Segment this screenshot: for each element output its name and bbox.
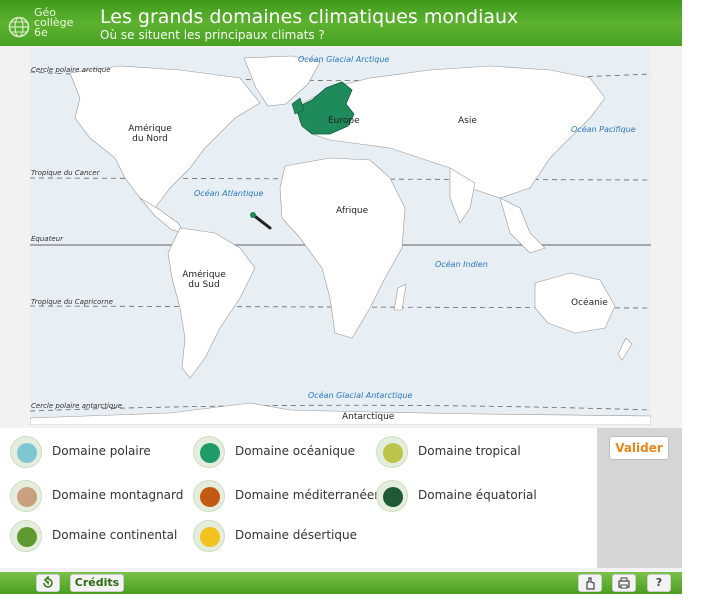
legend-swatch xyxy=(17,487,37,507)
continent-antarctica-label: Antarctique xyxy=(342,412,395,422)
valider-button[interactable]: Valider xyxy=(609,436,669,460)
legend-swatch-ring xyxy=(10,436,42,468)
globe-icon xyxy=(8,16,30,38)
ocean-atlantic-label: Océan Atlantique xyxy=(194,189,264,198)
legend-label: Domaine désertique xyxy=(235,528,357,542)
brush-cursor-icon xyxy=(250,212,272,230)
legend-label: Domaine équatorial xyxy=(418,488,537,502)
ocean-pacific-label: Océan Pacifique xyxy=(571,125,636,134)
continent-north-america-label: Amérique du Nord xyxy=(128,124,172,144)
ocean-arctic-label: Océan Glacial Arctique xyxy=(298,55,390,64)
continent-south-america-label: Amérique du Sud xyxy=(182,270,226,290)
legend-item-montagnard[interactable]: Domaine montagnard xyxy=(10,480,184,512)
credits-button[interactable]: Crédits xyxy=(70,574,124,592)
legend-label: Domaine polaire xyxy=(52,444,151,458)
legend-item-polaire[interactable]: Domaine polaire xyxy=(10,436,180,468)
legend-swatch xyxy=(17,443,37,463)
ocean-antarctic-label: Océan Glacial Antarctique xyxy=(308,391,413,400)
legend-label: Domaine océanique xyxy=(235,444,355,458)
legend-swatch-ring xyxy=(10,520,42,552)
legend-swatch-ring xyxy=(376,480,408,512)
help-button[interactable]: ? xyxy=(647,574,671,592)
printer-icon xyxy=(618,577,630,589)
legend-item-mediterraneen[interactable]: Domaine méditerranéen xyxy=(193,480,382,512)
legend-panel: Domaine polaire Domaine océanique Domain… xyxy=(0,428,597,568)
legend-swatch-ring xyxy=(193,480,225,512)
continent-oceania-label: Océanie xyxy=(571,298,608,308)
page-subtitle: Où se situent les principaux climats ? xyxy=(100,28,325,42)
world-map[interactable]: Océan Glacial Arctique Océan Pacifique O… xyxy=(30,48,651,425)
legend-swatch xyxy=(383,487,403,507)
back-arrow-icon xyxy=(43,575,53,588)
legend-item-tropical[interactable]: Domaine tropical xyxy=(376,436,546,468)
legend-label: Domaine méditerranéen xyxy=(235,488,382,502)
logo-line-3: 6e xyxy=(34,26,48,39)
logo: Géo collège 6e xyxy=(6,6,86,42)
legend-swatch xyxy=(383,443,403,463)
back-button[interactable] xyxy=(36,574,60,592)
legend-item-equatorial[interactable]: Domaine équatorial xyxy=(376,480,546,512)
legend-swatch-ring xyxy=(193,520,225,552)
legend-swatch-ring xyxy=(193,436,225,468)
capricorn-label: Tropique du Capricorne xyxy=(31,298,113,306)
equator-label: Equateur xyxy=(31,235,63,243)
ocean-indian-label: Océan Indien xyxy=(435,260,488,269)
legend-label: Domaine montagnard xyxy=(52,488,184,502)
world-map-graphic xyxy=(30,55,651,425)
arctic-circle-label: Cercle polaire arctique xyxy=(31,66,111,74)
legend-item-desertique[interactable]: Domaine désertique xyxy=(193,520,368,552)
page-title: Les grands domaines climatiques mondiaux xyxy=(100,6,519,28)
legend-label: Domaine tropical xyxy=(418,444,521,458)
header: Géo collège 6e Les grands domaines clima… xyxy=(0,0,682,46)
legend-item-oceanique[interactable]: Domaine océanique xyxy=(193,436,368,468)
legend-swatch-ring xyxy=(10,480,42,512)
legend-label: Domaine continental xyxy=(52,528,178,542)
cancer-label: Tropique du Cancer xyxy=(31,169,100,177)
antarctic-circle-label: Cercle polaire antarctique xyxy=(31,402,123,410)
side-panel: Valider xyxy=(597,428,682,568)
legend-swatch-ring xyxy=(376,436,408,468)
footer-bar: Crédits ? xyxy=(0,572,682,594)
continent-asia-label: Asie xyxy=(458,116,477,126)
legend-item-continental[interactable]: Domaine continental xyxy=(10,520,180,552)
continent-africa-label: Afrique xyxy=(336,206,369,216)
hand-button[interactable] xyxy=(578,574,602,592)
legend-swatch xyxy=(17,527,37,547)
continent-europe-label: Europe xyxy=(328,116,360,126)
help-icon: ? xyxy=(655,576,663,589)
print-button[interactable] xyxy=(612,574,636,592)
legend-swatch xyxy=(200,443,220,463)
hand-icon xyxy=(586,577,595,590)
legend-swatch xyxy=(200,487,220,507)
logo-text: Géo collège 6e xyxy=(34,7,73,39)
app-frame: Géo collège 6e Les grands domaines clima… xyxy=(0,0,682,594)
legend-swatch xyxy=(200,527,220,547)
